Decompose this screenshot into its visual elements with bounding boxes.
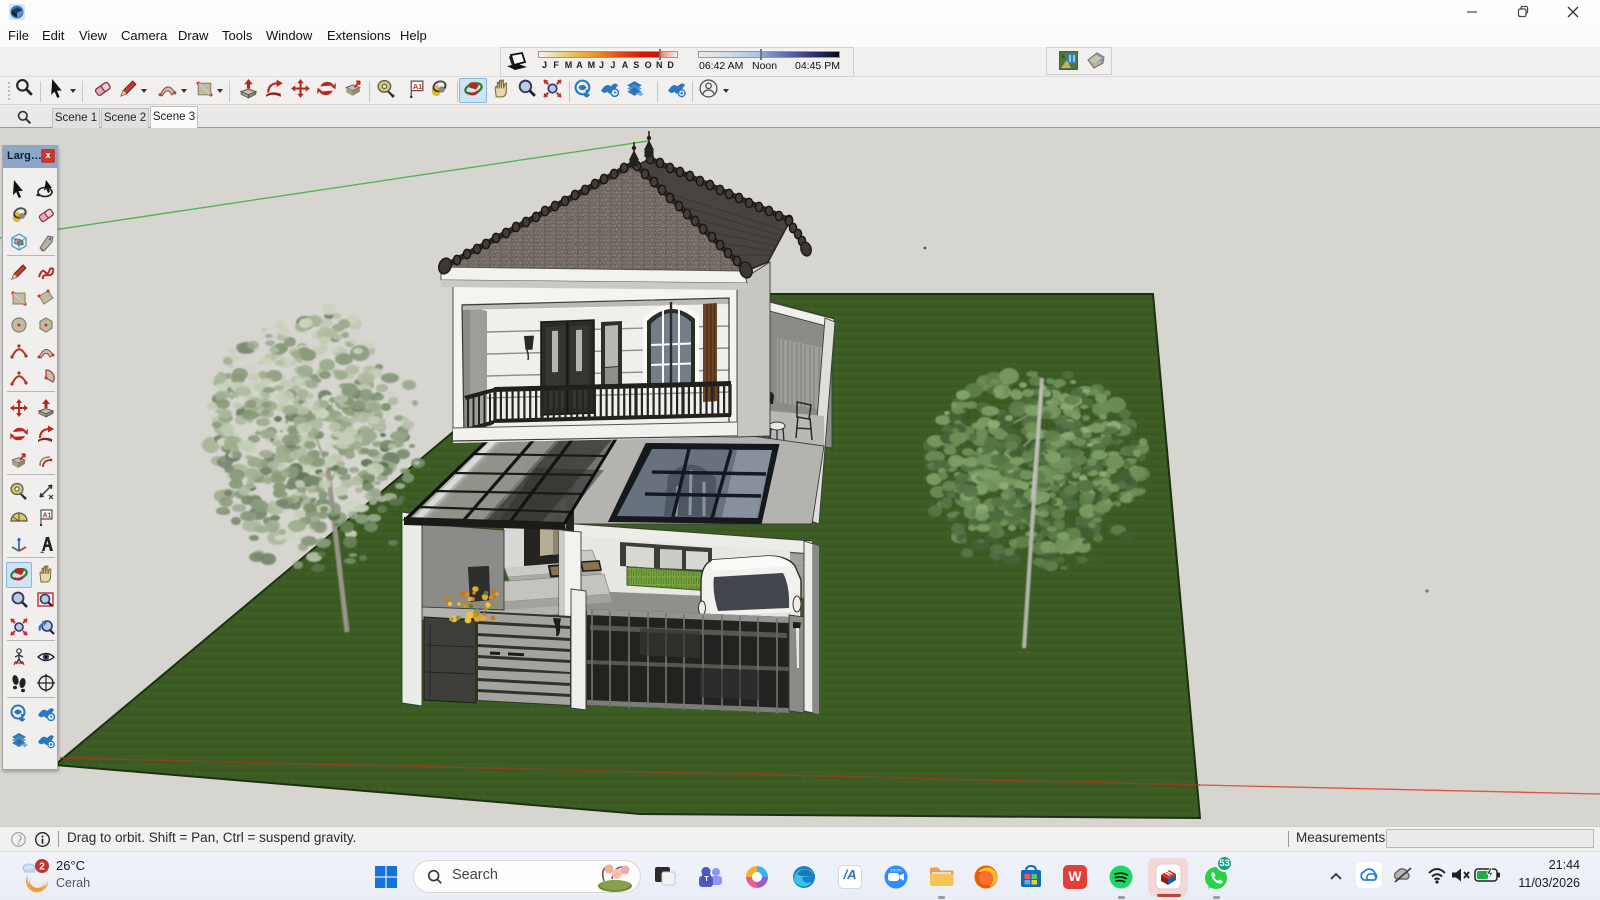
- svg-text:A1: A1: [43, 513, 52, 520]
- svg-text:T: T: [704, 874, 709, 883]
- svg-text:zoom: zoom: [890, 868, 901, 873]
- svg-text:2: 2: [39, 862, 45, 873]
- svg-text:A1: A1: [413, 82, 422, 91]
